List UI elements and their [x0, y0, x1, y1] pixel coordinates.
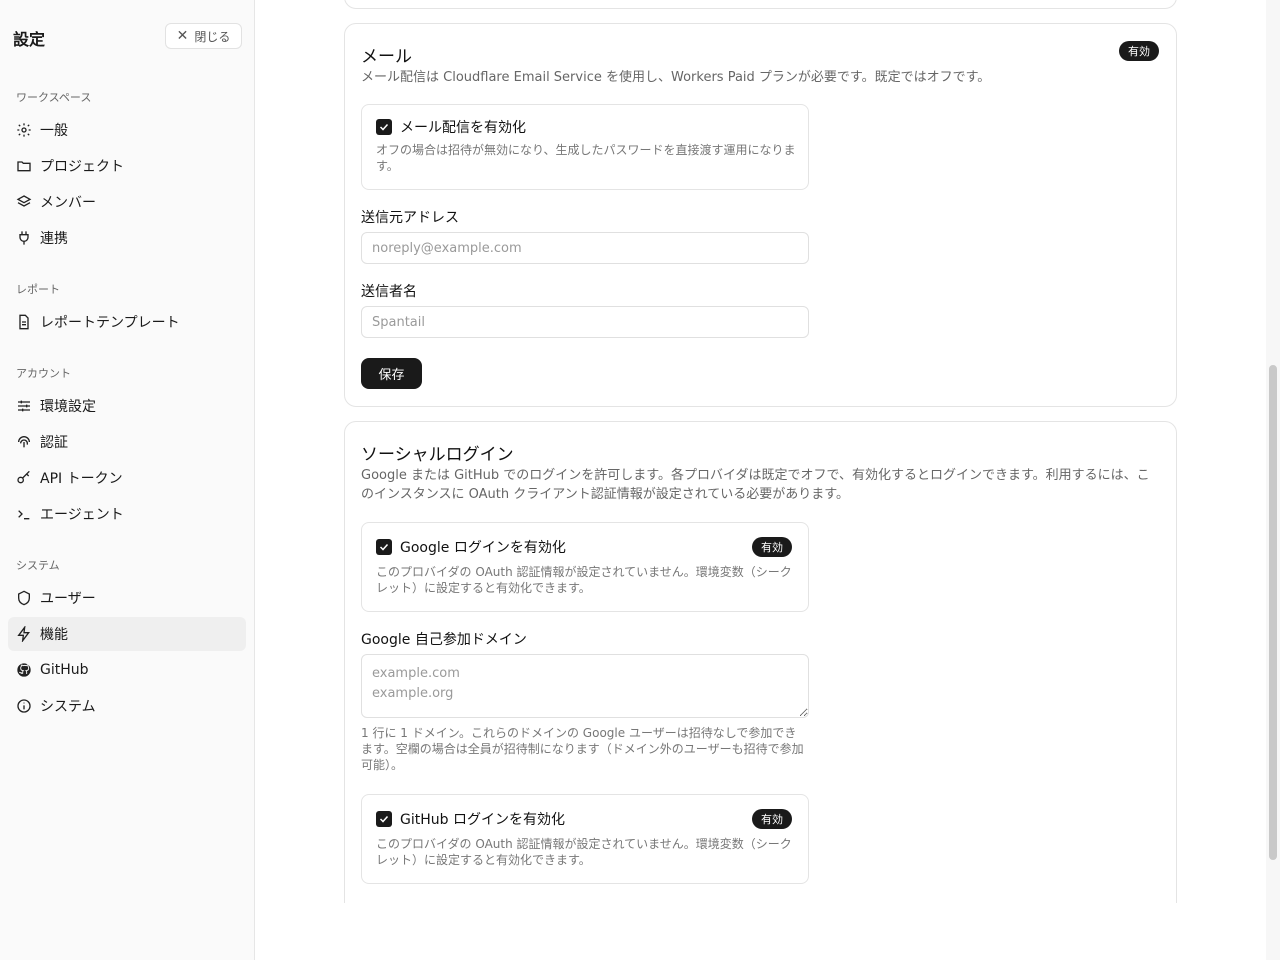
google-login-label: Google ログインを有効化 — [400, 540, 566, 556]
github-login-box: GitHub ログインを有効化 有効 このプロバイダの OAuth 認証情報が設… — [361, 794, 809, 884]
sidebar-item-label: GitHub — [40, 662, 89, 678]
sliders-icon — [16, 398, 32, 414]
sidebar-item-api-tokens[interactable]: API トークン — [8, 461, 246, 495]
mail-enable-checkbox[interactable] — [376, 119, 392, 135]
mail-description: メール配信は Cloudflare Email Service を使用し、Wor… — [361, 70, 991, 85]
sidebar-item-features[interactable]: 機能 — [8, 617, 246, 651]
close-label: 閉じる — [194, 29, 231, 44]
settings-title: 設定 — [13, 30, 46, 49]
folder-icon — [16, 158, 32, 174]
google-domain-hint: 1 行に 1 ドメイン。これらのドメインの Google ユーザーは招待なしで参… — [361, 726, 804, 772]
sidebar-item-projects[interactable]: プロジェクト — [8, 149, 246, 183]
close-button[interactable]: ✕ 閉じる — [165, 23, 242, 49]
sidebar-item-preferences[interactable]: 環境設定 — [8, 389, 246, 423]
sender-name-input[interactable] — [361, 306, 809, 338]
sidebar-item-label: 環境設定 — [40, 399, 96, 415]
group-label-workspace: ワークスペース — [16, 91, 92, 104]
mail-enable-box: メール配信を有効化 オフの場合は招待が無効になり、生成したパスワードを直接渡す運… — [361, 104, 809, 190]
google-domain-label: Google 自己参加ドメイン — [361, 632, 527, 648]
sidebar-item-label: プロジェクト — [40, 159, 124, 175]
sidebar-item-report-templates[interactable]: レポートテンプレート — [8, 305, 246, 339]
group-label-account: アカウント — [16, 367, 71, 380]
sidebar-item-label: エージェント — [40, 507, 124, 523]
google-login-description: このプロバイダの OAuth 認証情報が設定されていません。環境変数（シークレッ… — [376, 565, 792, 595]
sidebar-item-label: 一般 — [40, 123, 68, 139]
github-login-description: このプロバイダの OAuth 認証情報が設定されていません。環境変数（シークレッ… — [376, 837, 792, 867]
document-icon — [16, 314, 32, 330]
sidebar-item-label: 連携 — [40, 231, 68, 247]
sidebar-item-members[interactable]: メンバー — [8, 185, 246, 219]
github-login-checkbox[interactable] — [376, 811, 392, 827]
google-status-badge: 有効 — [752, 537, 792, 557]
sidebar-item-github[interactable]: GitHub — [8, 653, 246, 687]
previous-card — [344, 0, 1177, 9]
github-icon — [16, 662, 32, 678]
sidebar-item-integrations[interactable]: 連携 — [8, 221, 246, 255]
layers-icon — [16, 194, 32, 210]
mail-status-badge: 有効 — [1119, 41, 1159, 61]
group-label-reports: レポート — [16, 283, 60, 296]
github-login-label: GitHub ログインを有効化 — [400, 812, 565, 828]
sidebar-item-authentication[interactable]: 認証 — [8, 425, 246, 459]
sidebar-item-general[interactable]: 一般 — [8, 113, 246, 147]
sidebar-item-label: API トークン — [40, 471, 123, 487]
save-button[interactable]: 保存 — [361, 358, 422, 389]
fingerprint-icon — [16, 434, 32, 450]
sidebar-item-label: レポートテンプレート — [40, 315, 180, 331]
terminal-icon — [16, 506, 32, 522]
sidebar-item-system[interactable]: システム — [8, 689, 246, 723]
bottom-clip — [256, 903, 1266, 960]
mail-enable-description: オフの場合は招待が無効になり、生成したパスワードを直接渡す運用になります。 — [376, 143, 796, 173]
plug-icon — [16, 230, 32, 246]
sidebar: 設定 ✕ 閉じる ワークスペース 一般 プロジェクト メンバー 連携 レポート … — [0, 0, 255, 960]
google-login-box: Google ログインを有効化 有効 このプロバイダの OAuth 認証情報が設… — [361, 522, 809, 612]
from-address-input[interactable] — [361, 232, 809, 264]
social-login-title: ソーシャルログイン — [361, 445, 514, 465]
key-icon — [16, 470, 32, 486]
shield-icon — [16, 590, 32, 606]
sender-name-label: 送信者名 — [361, 284, 417, 300]
lightning-icon — [16, 626, 32, 642]
sidebar-item-label: メンバー — [40, 195, 96, 211]
sidebar-item-label: 機能 — [40, 627, 68, 643]
main-content: メール 有効 メール配信は Cloudflare Email Service を… — [256, 0, 1266, 960]
sidebar-item-users[interactable]: ユーザー — [8, 581, 246, 615]
google-login-checkbox[interactable] — [376, 539, 392, 555]
mail-card: メール 有効 メール配信は Cloudflare Email Service を… — [344, 23, 1177, 407]
from-address-label: 送信元アドレス — [361, 210, 459, 226]
mail-title: メール — [361, 47, 412, 67]
mail-enable-label: メール配信を有効化 — [400, 120, 526, 136]
google-domain-textarea[interactable] — [361, 654, 809, 718]
social-login-description: Google または GitHub でのログインを許可します。各プロバイダは既定… — [361, 468, 1150, 502]
info-icon — [16, 698, 32, 714]
close-icon: ✕ — [176, 28, 189, 44]
sidebar-item-label: 認証 — [40, 435, 68, 451]
social-login-card: ソーシャルログイン Google または GitHub でのログインを許可します… — [344, 421, 1177, 960]
group-label-system: システム — [16, 559, 60, 572]
sidebar-item-label: システム — [40, 699, 96, 715]
github-status-badge: 有効 — [752, 809, 792, 829]
sidebar-item-agents[interactable]: エージェント — [8, 497, 246, 531]
sidebar-item-label: ユーザー — [40, 591, 96, 607]
scrollbar-thumb[interactable] — [1269, 365, 1277, 860]
gear-icon — [16, 122, 32, 138]
